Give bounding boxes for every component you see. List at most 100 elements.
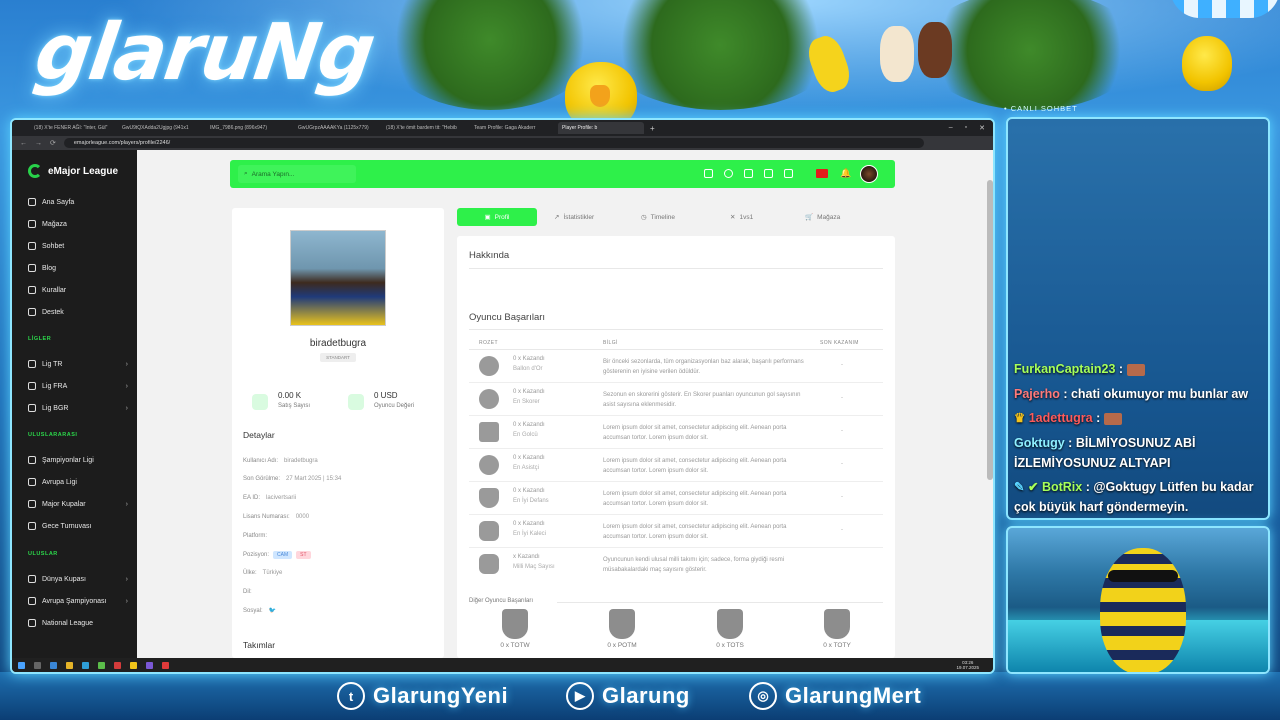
app-icon[interactable] — [114, 661, 121, 669]
sidebar-item-kurallar[interactable]: Kurallar — [28, 286, 128, 294]
turkish-flag-icon[interactable] — [816, 169, 828, 178]
web-page: eMajor League Ana Sayfa Mağaza Sohbet Bl… — [12, 150, 993, 658]
browser-tab[interactable]: (18) X'te FENER AĞI: "Inter, Gül" — [30, 122, 116, 134]
sidebar-item-sohbet[interactable]: Sohbet — [28, 242, 128, 250]
chat-username: Pajerho — [1014, 387, 1060, 401]
social-youtube: ▶ Glarung — [566, 682, 690, 710]
tab-timeline[interactable]: ◷ Timeline — [641, 208, 675, 226]
bell-icon[interactable]: 🔔 — [840, 168, 851, 179]
sidebar-item-dunya-kupasi[interactable]: Dünya Kupası › — [28, 575, 128, 583]
sidebar-item-destek[interactable]: Destek — [28, 308, 128, 316]
youtube-icon: ▶ — [566, 682, 594, 710]
page-scrollbar[interactable] — [987, 180, 993, 480]
maximize-icon[interactable]: ▫ — [965, 124, 967, 132]
league-icon — [28, 382, 36, 390]
league-icon — [28, 404, 36, 412]
sidebar-item-lig-bgr[interactable]: Lig BGR › — [28, 404, 128, 412]
site-brand[interactable]: eMajor League — [28, 164, 118, 178]
browser-tab-active[interactable]: Player Profile: b — [558, 122, 644, 134]
toty-badge-icon — [824, 609, 850, 639]
brand-name: eMajor League — [48, 165, 119, 177]
national-cap-icon — [479, 554, 499, 574]
shoe-icon — [479, 389, 499, 409]
brand-logo-icon — [28, 164, 42, 178]
sidebar-item-sampiyonlar-ligi[interactable]: Şampiyonlar Ligi — [28, 456, 128, 464]
ice-cream-2 — [918, 22, 952, 78]
webcam-duck-mascot — [1100, 548, 1186, 672]
cup-icon — [28, 500, 36, 508]
browser-tab[interactable]: IMG_7986.png (896x947) — [206, 122, 292, 134]
reload-icon[interactable]: ⟳ — [50, 139, 56, 147]
sidebar-item-magaza[interactable]: Mağaza — [28, 220, 128, 228]
sidebar-item-national-league[interactable]: National League — [28, 619, 128, 627]
discord-icon[interactable] — [146, 661, 153, 669]
close-icon[interactable]: ✕ — [979, 124, 985, 132]
minimize-icon[interactable]: – — [949, 124, 953, 132]
sidebar-item-major-kupalar[interactable]: Major Kupalar › — [28, 500, 128, 508]
blog-icon — [28, 264, 36, 272]
app-icon[interactable] — [50, 661, 57, 669]
edge-icon[interactable] — [82, 661, 89, 669]
forward-icon[interactable]: → — [35, 140, 42, 147]
section-title-ligler: LİGLER — [28, 336, 52, 342]
back-icon[interactable]: ← — [20, 140, 27, 147]
top-header-bar: ⌕ Arama Yapın... 🔔 — [230, 160, 895, 188]
instagram-icon[interactable] — [724, 169, 733, 178]
new-tab-button[interactable]: + — [650, 124, 655, 133]
column-header-bilgi: BİLGİ — [603, 340, 618, 346]
profile-tabs: ▣ Profil ↗ İstatistikler ◷ Timeline ✕ 1vs1 🛒… — [457, 208, 897, 226]
browser-tab[interactable]: (18) X'te ömit bardem tit: "Hebib — [382, 122, 468, 134]
chat-username: 1adettugra — [1028, 411, 1093, 425]
totw-badge-icon — [502, 609, 528, 639]
tab-magaza[interactable]: 🛒 Mağaza — [805, 208, 840, 226]
windows-start-icon[interactable] — [18, 661, 25, 669]
sidebar-item-avrupa-sampiyonasi[interactable]: Avrupa Şampiyonası › — [28, 597, 128, 605]
player-value-icon — [348, 394, 364, 410]
browser-tab[interactable]: GwU9tQXAdda2Ugjpg (941x1 — [118, 122, 204, 134]
user-avatar[interactable] — [860, 165, 878, 183]
emote-icon — [1126, 363, 1145, 376]
browser-tab[interactable]: Team Profile: Gaga Akaderr — [470, 122, 556, 134]
discord-icon[interactable] — [784, 169, 793, 178]
verified-icon: ✔ — [1027, 480, 1039, 494]
beach-duck — [1182, 36, 1232, 91]
explorer-icon[interactable] — [66, 661, 73, 669]
sidebar-item-lig-tr[interactable]: Lig TR › — [28, 360, 128, 368]
sidebar-item-avrupa-ligi[interactable]: Avrupa Ligi — [28, 478, 128, 486]
app-icon[interactable] — [98, 661, 105, 669]
search-icon: ⌕ — [244, 170, 248, 177]
ballon-dor-icon — [479, 356, 499, 376]
youtube-icon[interactable] — [764, 169, 773, 178]
chat-message: ✎ ✔ BotRix : @Goktugy Lütfen bu kadar ço… — [1014, 480, 1254, 514]
clock-icon: ◷ — [641, 214, 647, 221]
versus-icon: ✕ — [730, 214, 736, 221]
achievement-row: 0 x Kazandı En İyi Kaleci Lorem ipsum do… — [469, 515, 883, 548]
url-field[interactable]: emajorleague.com/players/profile/2246/ — [63, 138, 924, 148]
twitter-icon[interactable]: 🐦 — [269, 608, 276, 614]
search-input[interactable]: ⌕ Arama Yapın... — [238, 165, 356, 183]
crown-icon — [479, 422, 499, 442]
sidebar-item-ana-sayfa[interactable]: Ana Sayfa — [28, 198, 128, 206]
twitter-icon: t — [337, 682, 365, 710]
sidebar-item-lig-fra[interactable]: Lig FRA › — [28, 382, 128, 390]
tab-istatistikler[interactable]: ↗ İstatistikler — [554, 208, 594, 226]
channel-logo: glaruNg — [29, 8, 379, 98]
detail-row: Ülke: Türkiye — [243, 570, 283, 576]
app-icon[interactable] — [162, 661, 169, 669]
sidebar-item-gece-turnuvasi[interactable]: Gece Turnuvası — [28, 522, 128, 530]
browser-tab[interactable]: GwUGrpzAAAAKYa (1125x779) — [294, 122, 380, 134]
twitter-icon[interactable] — [744, 169, 753, 178]
about-title: Hakkında — [469, 250, 510, 261]
teams-title: Takımlar — [243, 640, 276, 650]
stats-icon: ↗ — [554, 214, 560, 221]
chrome-icon[interactable] — [130, 661, 137, 669]
task-view-icon[interactable] — [34, 661, 41, 669]
cart-icon — [28, 220, 36, 228]
twitch-icon[interactable] — [704, 169, 713, 178]
tab-profil[interactable]: ▣ Profil — [457, 208, 537, 226]
achievements-title: Oyuncu Başarıları — [469, 312, 546, 323]
sidebar-item-blog[interactable]: Blog — [28, 264, 128, 272]
column-header-son-kazanim: SON KAZANIM — [820, 340, 859, 346]
tab-1vs1[interactable]: ✕ 1vs1 — [730, 208, 753, 226]
taskbar-clock[interactable]: 03:26 19.07.2025 — [956, 660, 993, 670]
